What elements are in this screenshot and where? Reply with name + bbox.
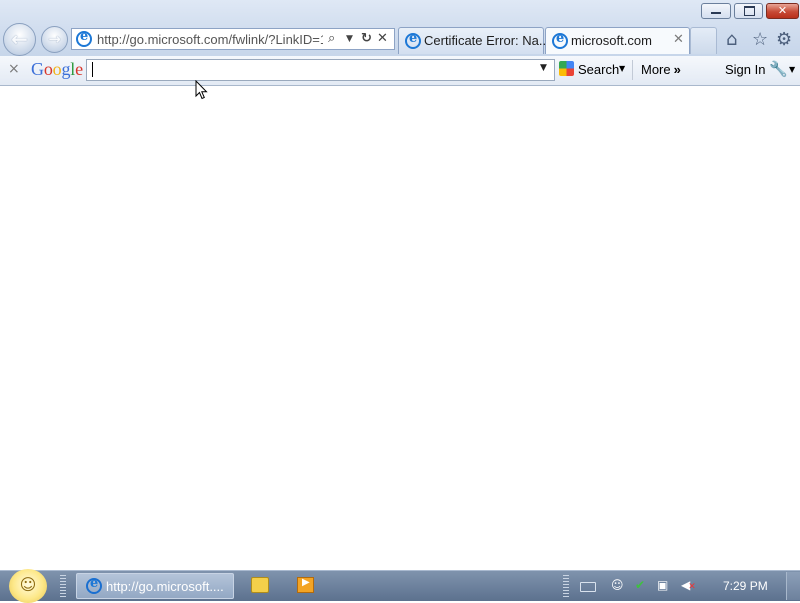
chevron-down-icon[interactable]: ▼ bbox=[789, 65, 795, 74]
back-button[interactable]: ← bbox=[3, 23, 36, 56]
google-g-icon bbox=[559, 61, 574, 76]
search-label: Search bbox=[578, 62, 620, 77]
sign-in-link[interactable]: Sign In bbox=[725, 62, 765, 77]
stop-icon[interactable]: ✕ bbox=[377, 31, 388, 46]
keyboard-icon[interactable] bbox=[580, 582, 596, 592]
tab-close-icon[interactable]: ✕ bbox=[673, 32, 684, 47]
google-search-input[interactable] bbox=[86, 59, 555, 81]
favorites-star-icon[interactable]: ☆ bbox=[752, 29, 768, 50]
ie-icon bbox=[86, 576, 102, 594]
taskbar-grip[interactable] bbox=[563, 575, 569, 597]
new-tab-button[interactable] bbox=[690, 27, 717, 54]
double-chevron-icon: » bbox=[673, 62, 681, 77]
media-player-icon[interactable]: ▶ bbox=[297, 577, 314, 593]
ie-page-icon bbox=[76, 29, 92, 47]
wrench-icon[interactable]: 🔧 bbox=[769, 60, 788, 78]
tab-label: microsoft.com bbox=[571, 33, 652, 48]
taskbar-item-label: http://go.microsoft.... bbox=[106, 579, 224, 594]
toolbar-close-icon[interactable]: × bbox=[8, 61, 20, 77]
chevron-down-icon[interactable]: ▼ bbox=[346, 34, 353, 44]
google-toolbar: × Google ▼ Search ▼ More» Sign In 🔧 ▼ bbox=[0, 56, 800, 86]
start-button[interactable]: ☺ bbox=[9, 569, 47, 603]
tab-microsoft[interactable]: microsoft.com ✕ bbox=[545, 27, 690, 54]
ie-page-icon bbox=[405, 31, 421, 49]
close-icon: ✕ bbox=[777, 4, 788, 17]
google-logo-letter: G bbox=[31, 59, 44, 79]
volume-muted-icon[interactable]: ◀✕ bbox=[681, 578, 696, 592]
back-arrow-icon: ← bbox=[11, 27, 28, 51]
mute-x-icon: ✕ bbox=[688, 582, 696, 592]
mouse-cursor-icon bbox=[195, 80, 208, 100]
network-icon[interactable]: ▣ bbox=[657, 578, 668, 592]
google-logo-letter: e bbox=[75, 59, 83, 79]
google-logo-letter: o bbox=[43, 59, 53, 79]
restore-button[interactable] bbox=[734, 3, 763, 19]
folder-icon[interactable] bbox=[251, 577, 269, 593]
more-button[interactable]: More» bbox=[641, 62, 681, 77]
tab-label: Certificate Error: Na... bbox=[424, 33, 550, 48]
ie-page-icon bbox=[552, 31, 568, 49]
tools-gear-icon[interactable]: ⚙ bbox=[776, 29, 792, 50]
search-icon[interactable]: ⌕ bbox=[328, 31, 335, 46]
action-center-icon[interactable]: ✔ bbox=[635, 578, 645, 592]
address-bar[interactable]: http://go.microsoft.com/fwlink/?LinkID=1… bbox=[71, 28, 395, 50]
google-logo: Google bbox=[31, 59, 83, 80]
google-search-button[interactable]: Search ▼ bbox=[559, 60, 631, 80]
home-icon[interactable]: ⌂ bbox=[726, 29, 737, 50]
toolbar-divider bbox=[632, 60, 633, 80]
address-url[interactable]: http://go.microsoft.com/fwlink/?LinkID=1… bbox=[97, 32, 323, 47]
taskbar-grip[interactable] bbox=[60, 575, 66, 597]
clock[interactable]: 7:29 PM bbox=[723, 579, 768, 593]
show-desktop-button[interactable] bbox=[786, 572, 800, 600]
taskbar-item-ie[interactable]: http://go.microsoft.... bbox=[76, 573, 234, 599]
more-label: More bbox=[641, 62, 671, 77]
chevron-down-icon[interactable]: ▼ bbox=[619, 64, 625, 73]
close-button[interactable]: ✕ bbox=[766, 3, 799, 19]
title-bar: ✕ ← → http://go.microsoft.com/fwlink/?Li… bbox=[0, 0, 800, 56]
tab-certificate-error[interactable]: Certificate Error: Na... bbox=[398, 27, 550, 54]
page-content bbox=[0, 86, 800, 570]
forward-button[interactable]: → bbox=[41, 26, 68, 53]
refresh-icon[interactable]: ↻ bbox=[361, 31, 372, 46]
ime-icon[interactable]: ☺ bbox=[611, 578, 624, 592]
minimize-button[interactable] bbox=[701, 3, 731, 19]
start-face-icon: ☺ bbox=[19, 575, 37, 594]
taskbar: ☺ http://go.microsoft.... ▶ ☺ ✔ ▣ ◀✕ 7:2… bbox=[0, 569, 800, 603]
forward-arrow-icon: → bbox=[48, 30, 61, 48]
google-logo-letter: g bbox=[61, 59, 71, 79]
